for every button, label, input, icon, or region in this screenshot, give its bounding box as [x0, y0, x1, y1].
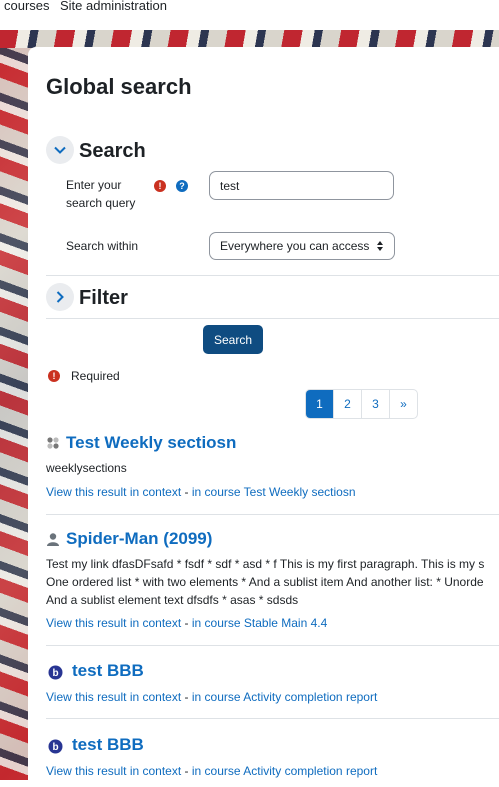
- course-link[interactable]: in course Activity completion report: [192, 690, 377, 704]
- nav-courses-link[interactable]: courses: [4, 0, 50, 13]
- course-link[interactable]: in course Activity completion report: [192, 764, 377, 778]
- main-content-card: Global search Search Enter your search q…: [28, 47, 499, 787]
- divider: [46, 275, 499, 276]
- view-in-context-link[interactable]: View this result in context: [46, 764, 181, 778]
- chevron-down-icon: [54, 146, 66, 154]
- bigbluebutton-icon: b: [48, 739, 63, 754]
- result-links: View this result in context - in course …: [46, 485, 356, 499]
- divider: [46, 645, 499, 646]
- divider: [46, 318, 499, 319]
- result-title-link[interactable]: Spider-Man (2099): [66, 529, 212, 549]
- result-description-line: And a sublist element text dfsdfs * asas…: [46, 593, 299, 607]
- result-icon: [46, 532, 60, 551]
- search-within-label: Search within: [66, 239, 139, 253]
- result-icon: b: [48, 665, 63, 685]
- course-link[interactable]: in course Test Weekly sectiosn: [192, 485, 356, 499]
- help-icon[interactable]: ?: [176, 180, 188, 192]
- result-title-link[interactable]: test BBB: [72, 661, 144, 681]
- nav-site-administration-link[interactable]: Site administration: [60, 0, 167, 13]
- divider: [46, 718, 499, 719]
- result-links: View this result in context - in course …: [46, 764, 378, 778]
- next-page-link[interactable]: »: [389, 390, 417, 418]
- bigbluebutton-icon: b: [48, 665, 63, 680]
- search-collapse-toggle[interactable]: [46, 136, 74, 164]
- pagination: 1 2 3 »: [305, 389, 418, 419]
- result-description-line: One ordered list * with two elements * A…: [46, 575, 484, 589]
- search-section-title: Search: [79, 140, 146, 162]
- page-3-link[interactable]: 3: [361, 390, 389, 418]
- view-in-context-link[interactable]: View this result in context: [46, 485, 181, 499]
- query-label: Enter your search query: [66, 178, 136, 210]
- divider: [46, 514, 499, 515]
- svg-text:b: b: [52, 742, 58, 753]
- user-icon: [47, 533, 59, 546]
- result-links: View this result in context - in course …: [46, 616, 328, 630]
- required-note: Required: [71, 369, 120, 383]
- result-title-link[interactable]: test BBB: [72, 735, 144, 755]
- result-description-line: Test my link dfasDFsafd * fsdf * sdf * a…: [46, 557, 485, 571]
- search-within-select[interactable]: Everywhere you can access: [209, 232, 395, 260]
- filter-section-title: Filter: [79, 287, 128, 309]
- svg-text:b: b: [52, 668, 58, 679]
- course-icon: [47, 437, 59, 449]
- course-link[interactable]: in course Stable Main 4.4: [192, 616, 327, 630]
- view-in-context-link[interactable]: View this result in context: [46, 616, 181, 630]
- view-in-context-link[interactable]: View this result in context: [46, 690, 181, 704]
- result-icon: [46, 436, 60, 455]
- result-icon: b: [48, 739, 63, 759]
- filter-collapse-toggle[interactable]: [46, 283, 74, 311]
- result-links: View this result in context - in course …: [46, 690, 378, 704]
- page-title: Global search: [46, 74, 192, 99]
- required-icon: !: [154, 180, 166, 192]
- required-icon: !: [48, 370, 60, 382]
- result-title-link[interactable]: Test Weekly sectiosn: [66, 433, 236, 453]
- search-query-input[interactable]: test: [209, 171, 394, 200]
- page-1-link[interactable]: 1: [306, 390, 333, 418]
- page-2-link[interactable]: 2: [333, 390, 361, 418]
- search-button[interactable]: Search: [203, 325, 263, 354]
- result-description: weeklysections: [46, 461, 127, 475]
- chevron-right-icon: [56, 291, 64, 303]
- select-arrows-icon: [377, 241, 383, 251]
- top-navigation: courses Site administration: [0, 0, 499, 30]
